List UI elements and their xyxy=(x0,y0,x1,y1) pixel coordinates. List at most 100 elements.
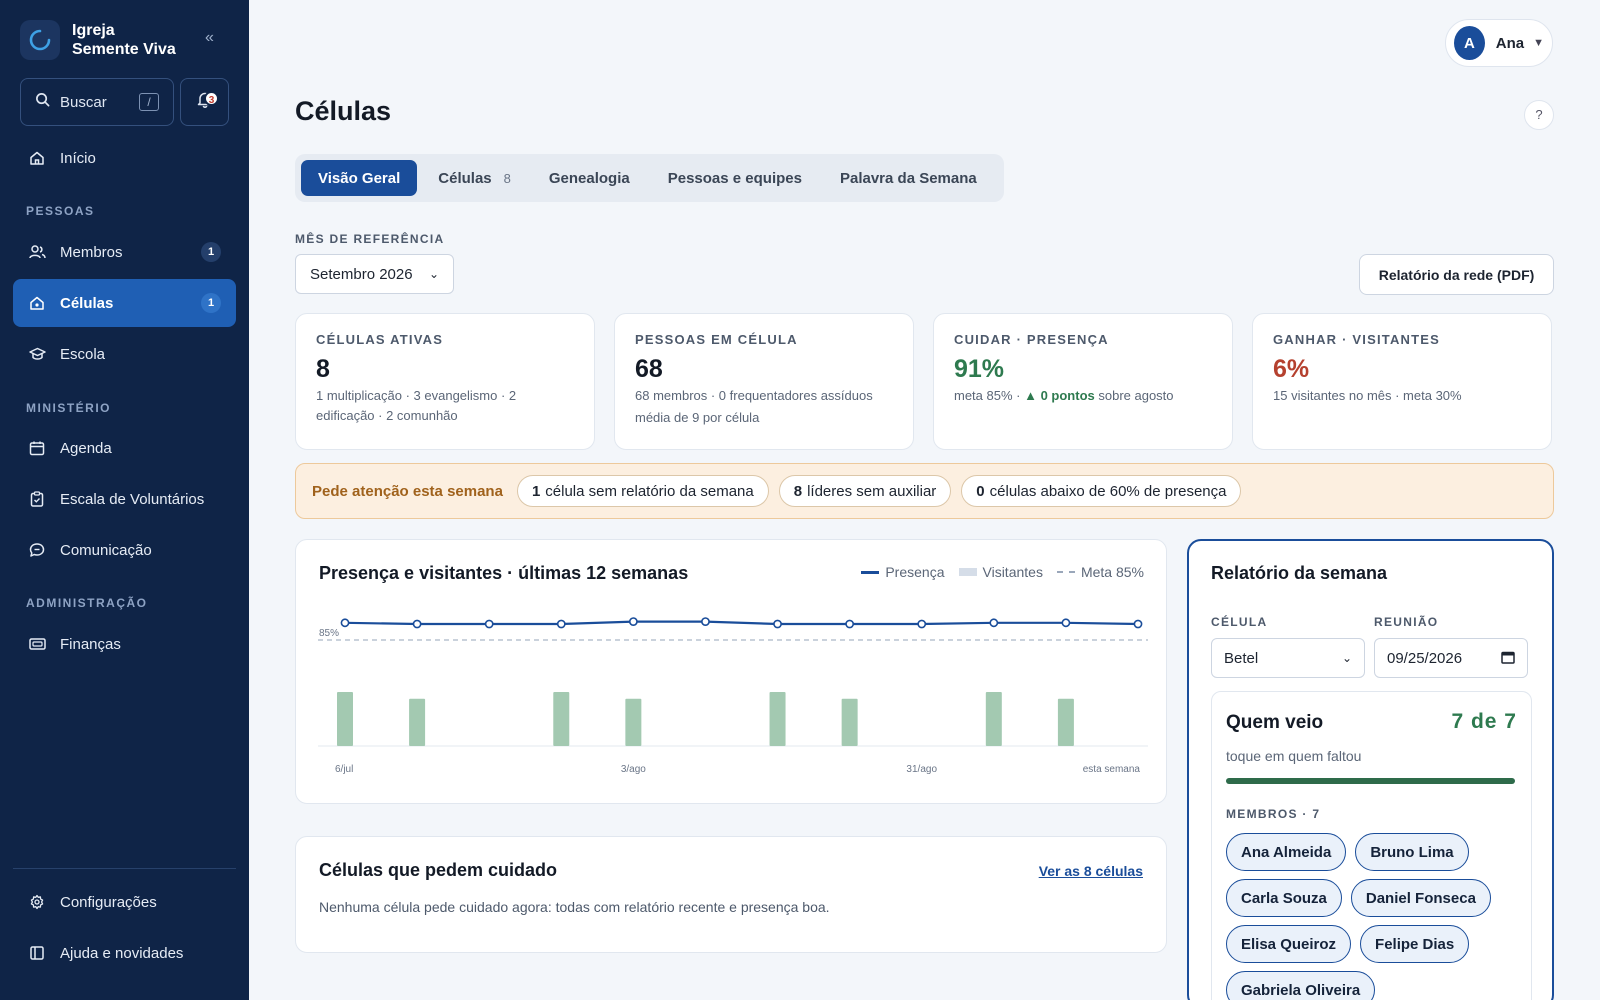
user-menu[interactable]: A Ana ▼ xyxy=(1445,19,1553,67)
sidebar-item-label: Configurações xyxy=(60,893,157,911)
visitors-bar xyxy=(1057,698,1074,746)
cell-field-label: CÉLULA xyxy=(1211,615,1268,629)
search-shortcut: / xyxy=(139,93,159,111)
presence-point xyxy=(701,617,710,626)
weekly-report-card: Relatório da semana CÉLULA REUNIÃO Betel… xyxy=(1187,539,1554,1000)
sidebar-item-cells[interactable]: Células 1 xyxy=(13,279,236,327)
tab-label: Visão Geral xyxy=(318,169,401,187)
tab-count: 8 xyxy=(503,170,511,186)
brand-name: Igreja Semente Viva xyxy=(72,21,192,59)
chip-number: 0 xyxy=(976,482,985,500)
presence-point xyxy=(628,617,638,626)
weekly-report-title: Relatório da semana xyxy=(1211,563,1388,583)
brand-name-line2: Semente Viva xyxy=(72,41,176,58)
sidebar-item-home[interactable]: Início xyxy=(13,134,236,182)
chat-bubble-icon xyxy=(28,541,46,559)
legend-goal: Meta 85% xyxy=(1056,564,1144,580)
sidebar-item-finances[interactable]: Finanças xyxy=(13,620,236,668)
sidebar-item-settings[interactable]: Configurações xyxy=(13,878,236,926)
member-chip[interactable]: Carla Souza xyxy=(1226,879,1342,917)
home-icon xyxy=(28,149,46,167)
presence-point xyxy=(340,618,350,628)
visitors-bar xyxy=(985,692,1002,746)
attendance-count: 7 de 7 xyxy=(1451,710,1517,733)
member-chip[interactable]: Gabriela Oliveira xyxy=(1226,971,1376,1000)
brand[interactable]: Igreja Semente Viva xyxy=(20,20,192,60)
member-chip[interactable]: Ana Almeida xyxy=(1226,833,1347,871)
x-tick-label: 6/jul xyxy=(335,764,353,775)
search-button[interactable]: Buscar / xyxy=(20,78,174,126)
sidebar-item-volunteers[interactable]: Escala de Voluntários xyxy=(13,475,236,523)
tab-overview[interactable]: Visão Geral xyxy=(301,160,418,196)
attendance-progress-fill xyxy=(1226,778,1515,784)
member-chip[interactable]: Bruno Lima xyxy=(1355,833,1469,871)
kpi-label: PESSOAS EM CÉLULA xyxy=(635,332,798,347)
sidebar-item-help[interactable]: Ajuda e novidades xyxy=(13,929,236,977)
cell-select[interactable]: Betel ⌄ xyxy=(1211,638,1365,678)
sidebar-item-label: Ajuda e novidades xyxy=(60,944,184,962)
clipboard-icon xyxy=(28,490,46,508)
search-label: Buscar xyxy=(60,93,107,111)
sidebar-item-school[interactable]: Escola xyxy=(13,330,236,378)
chevron-down-icon: ⌄ xyxy=(1341,651,1352,665)
legend-label: Visitantes xyxy=(982,564,1043,580)
presence-point xyxy=(773,619,782,629)
sidebar-item-members[interactable]: Membros 1 xyxy=(13,228,236,276)
kpi-trend: ▲ 0 pontos xyxy=(1024,388,1095,403)
sidebar-item-label: Escala de Voluntários xyxy=(60,490,205,508)
network-report-pdf-button[interactable]: Relatório da rede (PDF) xyxy=(1359,254,1554,295)
member-chip[interactable]: Daniel Fonseca xyxy=(1350,879,1491,917)
tab-label: Células xyxy=(438,169,492,187)
tab-word-of-week[interactable]: Palavra da Semana xyxy=(823,160,994,196)
kpi-value: 68 xyxy=(635,355,663,383)
sidebar-item-communication[interactable]: Comunicação xyxy=(13,526,236,574)
meeting-date-input[interactable]: 09/25/2026 xyxy=(1374,638,1528,678)
tab-label: Genealogia xyxy=(548,169,630,187)
sidebar-item-label: Células xyxy=(60,294,114,312)
kpi-visitors: GANHAR · VISITANTES 6% 15 visitantes no … xyxy=(1252,313,1552,450)
chip-text: líderes sem auxiliar xyxy=(807,482,937,500)
tab-label: Palavra da Semana xyxy=(839,169,977,187)
sidebar-item-label: Início xyxy=(60,149,96,167)
attention-chip-no-assistant[interactable]: 8 líderes sem auxiliar xyxy=(778,475,952,507)
visitors-bar xyxy=(769,692,786,746)
chart-legend: Presença Visitantes Meta 85% xyxy=(847,564,1144,580)
attention-title: Pede atenção esta semana xyxy=(312,482,503,500)
tab-cells[interactable]: Células 8 xyxy=(421,160,528,196)
care-empty-text: Nenhuma célula pede cuidado agora: todas… xyxy=(319,899,830,915)
view-all-cells-link[interactable]: Ver as 8 células xyxy=(1039,863,1143,879)
presence-point xyxy=(989,618,999,628)
visitors-bar xyxy=(625,698,642,746)
help-button[interactable]: ? xyxy=(1524,100,1554,130)
sidebar-item-label: Agenda xyxy=(60,439,112,457)
tab-genealogy[interactable]: Genealogia xyxy=(532,160,647,196)
member-chip[interactable]: Elisa Queiroz xyxy=(1226,925,1352,963)
reference-month-select[interactable]: Setembro 2026 ⌄ xyxy=(295,254,454,294)
attention-chip-low-presence[interactable]: 0 células abaixo de 60% de presença xyxy=(961,475,1242,507)
sidebar-item-agenda[interactable]: Agenda xyxy=(13,424,236,472)
reference-month-label: MÊS DE REFERÊNCIA xyxy=(295,232,445,246)
presence-point xyxy=(1061,618,1071,628)
presence-point xyxy=(412,619,422,629)
visitors-bar xyxy=(841,698,858,746)
search-icon xyxy=(35,92,50,112)
sidebar-item-label: Finanças xyxy=(60,635,121,653)
banknote-icon xyxy=(28,635,46,653)
presence-visitors-chart-card: 85% 6/jul 3/ago 31/ago esta semana Presença … xyxy=(295,539,1167,804)
notifications-button[interactable]: 3 xyxy=(180,78,229,126)
attendance-panel: Quem veio 7 de 7 toque em quem faltou ME… xyxy=(1211,691,1532,1000)
kpi-sub: meta 85% · ▲ 0 pontos sobre agosto xyxy=(954,386,1212,406)
kpi-sub: 68 membros · 0 frequentadores assíduos xyxy=(635,388,873,403)
page-title: Células xyxy=(295,96,392,126)
attention-chip-no-report[interactable]: 1 célula sem relatório da semana xyxy=(516,475,769,507)
avatar: A xyxy=(1454,26,1485,60)
chip-number: 1 xyxy=(531,482,541,500)
tab-people-teams[interactable]: Pessoas e equipes xyxy=(651,160,819,196)
calendar-icon[interactable] xyxy=(1501,650,1515,667)
collapse-sidebar-icon[interactable]: « xyxy=(205,29,214,47)
member-chip[interactable]: Felipe Dias xyxy=(1360,925,1470,963)
presence-point xyxy=(484,619,494,629)
caret-down-icon: ▼ xyxy=(1533,37,1544,49)
x-tick-label: 31/ago xyxy=(906,764,937,775)
section-ministry-heading: MINISTÉRIO xyxy=(26,401,112,415)
